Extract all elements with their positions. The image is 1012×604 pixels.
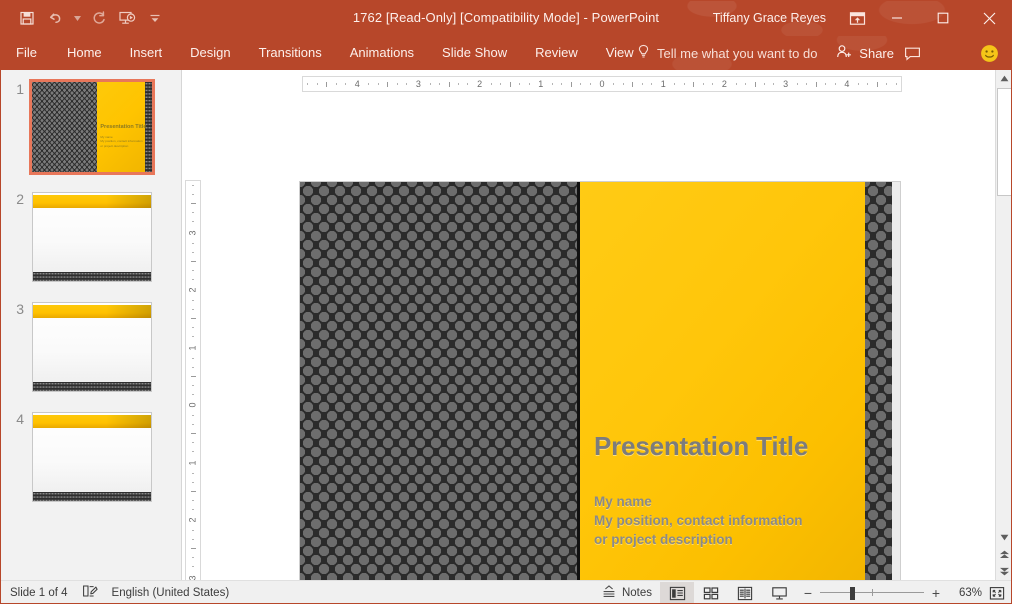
slide-sorter-view-button[interactable]	[694, 582, 728, 604]
hruler-tick-1r: 1	[660, 79, 666, 89]
undo-dropdown-icon[interactable]	[70, 5, 84, 31]
save-button[interactable]	[14, 5, 40, 31]
slide-mesh-background	[300, 182, 577, 604]
powerpoint-window: 1762 [Read-Only] [Compatibility Mode] - …	[0, 0, 1012, 604]
slide-editing-canvas[interactable]: Presentation Title My name My position, …	[300, 182, 900, 604]
thumbnail-preview-1[interactable]: Presentation Title My name My position, c…	[29, 79, 155, 175]
tab-insert[interactable]: Insert	[116, 36, 177, 70]
start-from-beginning-button[interactable]	[114, 5, 140, 31]
hruler-tick-4r: 4	[844, 79, 850, 89]
ribbon-tabs: File Home Insert Design Transitions Anim…	[0, 36, 1012, 70]
zoom-track[interactable]	[820, 587, 924, 600]
customize-qat-button[interactable]	[142, 5, 168, 31]
hruler-tick-2l: 2	[477, 79, 483, 89]
thumbnail-preview-2[interactable]	[32, 192, 152, 282]
vruler-tick-1t: 1	[187, 344, 198, 351]
zoom-knob[interactable]	[850, 587, 855, 600]
tab-slide-show[interactable]: Slide Show	[428, 36, 521, 70]
thumbnail-preview-3[interactable]	[32, 302, 152, 392]
title-bar-right: Tiffany Grace Reyes	[713, 0, 1012, 36]
thumbnail-slide-1[interactable]: 1 Presentation Title My name My position,…	[6, 79, 155, 175]
zoom-in-button[interactable]: +	[930, 586, 942, 600]
title-bar: 1762 [Read-Only] [Compatibility Mode] - …	[0, 0, 1012, 36]
thumbnail-number-2: 2	[16, 191, 24, 207]
slide-title-placeholder[interactable]: Presentation Title	[594, 431, 864, 462]
subtitle-line-2: My position, contact information	[594, 513, 803, 529]
thumbnail-slide-3[interactable]: 3	[6, 302, 152, 392]
scrollbar-thumb[interactable]	[997, 88, 1012, 196]
account-name[interactable]: Tiffany Grace Reyes	[713, 11, 840, 25]
hruler-tick-1l: 1	[538, 79, 544, 89]
zoom-out-button[interactable]: −	[802, 586, 814, 600]
thumbnail-number-1: 1	[16, 81, 24, 97]
undo-button[interactable]	[42, 5, 68, 31]
subtitle-line-3: or project description	[594, 532, 733, 548]
normal-view-button[interactable]	[660, 582, 694, 604]
vertical-scrollbar[interactable]	[995, 70, 1012, 580]
zoom-percent-label[interactable]: 63%	[948, 587, 982, 599]
tab-file[interactable]: File	[0, 36, 53, 70]
tab-design[interactable]: Design	[176, 36, 244, 70]
scroll-down-button[interactable]	[996, 529, 1012, 546]
tab-home[interactable]: Home	[53, 36, 116, 70]
tab-review[interactable]: Review	[521, 36, 592, 70]
notes-icon	[602, 585, 616, 601]
hruler-tick-3r: 3	[783, 79, 789, 89]
thumbnail-number-4: 4	[16, 411, 24, 427]
zoom-slider[interactable]: − +	[796, 586, 948, 600]
slide-thumbnail-pane[interactable]: 1 Presentation Title My name My position,…	[0, 70, 182, 580]
tab-view[interactable]: View	[592, 36, 648, 70]
next-slide-button[interactable]	[996, 563, 1012, 580]
spell-check-icon[interactable]	[82, 584, 98, 601]
slide-subtitle-placeholder[interactable]: My name My position, contact information…	[594, 492, 856, 549]
minimize-button[interactable]	[874, 0, 920, 36]
vertical-ruler[interactable]: 3 2 1 0 1 2 3	[185, 180, 201, 604]
thumbnail-preview-4[interactable]	[32, 412, 152, 502]
slide-right-mesh-strip	[865, 182, 900, 604]
vruler-tick-2b: 2	[187, 517, 198, 523]
thumbnail-number-3: 3	[16, 301, 24, 317]
ribbon-tab-strip: File Home Insert Design Transitions Anim…	[0, 36, 1012, 70]
hruler-tick-3l: 3	[415, 79, 421, 89]
vruler-tick-2t: 2	[187, 287, 198, 293]
maximize-button[interactable]	[920, 0, 966, 36]
thumbnail-1-title: Presentation Title	[100, 124, 147, 131]
reading-view-button[interactable]	[728, 582, 762, 604]
close-button[interactable]	[966, 0, 1012, 36]
ribbon-display-options-icon[interactable]	[840, 0, 874, 36]
vruler-tick-1b: 1	[187, 459, 198, 466]
status-bar: Slide 1 of 4 English (United States) Not…	[0, 580, 1012, 604]
thumbnail-slide-4[interactable]: 4	[6, 412, 152, 502]
vruler-tick-3t: 3	[187, 229, 198, 236]
language-indicator[interactable]: English (United States)	[112, 587, 230, 599]
slide-counter[interactable]: Slide 1 of 4	[10, 587, 68, 599]
notes-button[interactable]: Notes	[594, 581, 660, 604]
horizontal-ruler[interactable]: 4 3 2 1 0 1 2 3 4	[302, 76, 902, 92]
scroll-up-button[interactable]	[996, 70, 1012, 87]
subtitle-line-1: My name	[594, 494, 652, 509]
tab-transitions[interactable]: Transitions	[245, 36, 336, 70]
previous-slide-button[interactable]	[996, 546, 1012, 563]
thumbnail-slide-2[interactable]: 2	[6, 192, 152, 282]
status-bar-left: Slide 1 of 4 English (United States)	[0, 584, 229, 601]
slideshow-view-button[interactable]	[762, 582, 796, 604]
quick-access-toolbar	[0, 0, 168, 36]
status-bar-right: Notes − + 63%	[594, 581, 1012, 604]
notes-label: Notes	[621, 587, 652, 599]
workspace: 1 Presentation Title My name My position,…	[0, 70, 1012, 604]
redo-button[interactable]	[86, 5, 112, 31]
vruler-tick-0: 0	[187, 402, 198, 408]
hruler-tick-2r: 2	[721, 79, 727, 89]
hruler-tick-0: 0	[599, 79, 605, 89]
tab-animations[interactable]: Animations	[336, 36, 428, 70]
fit-to-window-button[interactable]	[982, 581, 1012, 604]
thumbnail-1-subtitle: My name My position, contact information o…	[100, 135, 143, 148]
scrollbar-bottom-group	[996, 529, 1012, 580]
hruler-tick-4l: 4	[354, 79, 360, 89]
